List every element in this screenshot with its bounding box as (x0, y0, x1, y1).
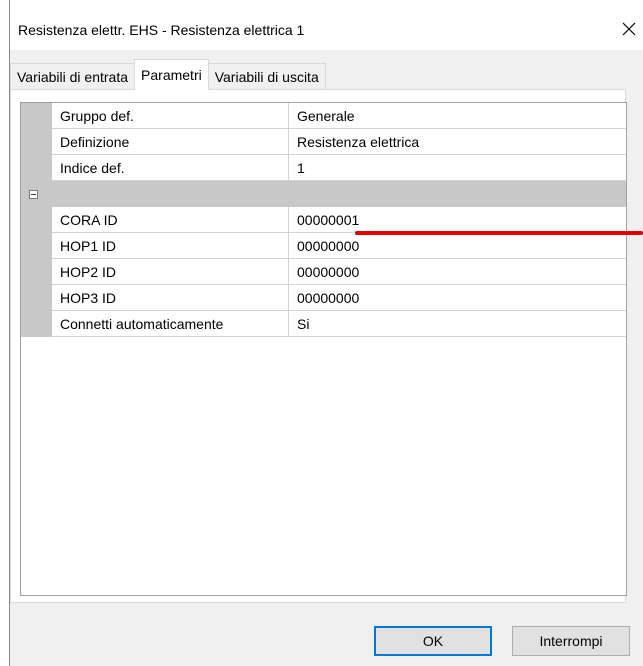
tab-strip: Variabili di entrata Parametri Variabili… (10, 59, 326, 90)
property-name: Gruppo def. (52, 103, 289, 129)
collapse-toggle-icon[interactable] (29, 190, 38, 199)
property-row-definizione[interactable]: Definizione Resistenza elettrica (21, 129, 626, 155)
property-name: Definizione (52, 129, 289, 155)
close-icon (622, 22, 636, 36)
tab-variabili-di-entrata[interactable]: Variabili di entrata (10, 63, 136, 90)
property-name: HOP3 ID (52, 285, 289, 311)
tab-parametri[interactable]: Parametri (134, 59, 209, 90)
property-row-hop1-id[interactable]: HOP1 ID 00000000 (21, 233, 626, 259)
row-gutter (21, 129, 52, 155)
property-row-gruppo-def[interactable]: Gruppo def. Generale (21, 103, 626, 129)
property-value[interactable]: 00000000 (289, 285, 626, 311)
property-row-connetti-automaticamente[interactable]: Connetti automaticamente Si (21, 311, 626, 337)
property-value[interactable]: Generale (289, 103, 626, 129)
property-row-hop3-id[interactable]: HOP3 ID 00000000 (21, 285, 626, 311)
property-value[interactable]: 00000001 (289, 207, 626, 233)
window-title: Resistenza elettr. EHS - Resistenza elet… (18, 22, 305, 38)
row-gutter (21, 259, 52, 285)
property-name: Connetti automaticamente (52, 311, 289, 337)
property-value[interactable]: 00000000 (289, 233, 626, 259)
row-gutter (21, 233, 52, 259)
interrompi-button[interactable]: Interrompi (512, 626, 630, 656)
row-gutter (21, 311, 52, 337)
row-gutter (21, 285, 52, 311)
row-gutter (21, 207, 52, 233)
close-button[interactable] (615, 13, 643, 45)
property-grid: Gruppo def. Generale Definizione Resiste… (20, 102, 627, 596)
property-name: Indice def. (52, 155, 289, 181)
category-row (21, 181, 626, 207)
property-value[interactable]: Resistenza elettrica (289, 129, 626, 155)
row-gutter (21, 155, 52, 181)
property-value[interactable]: 1 (289, 155, 626, 181)
property-row-hop2-id[interactable]: HOP2 ID 00000000 (21, 259, 626, 285)
property-name: HOP2 ID (52, 259, 289, 285)
ok-button[interactable]: OK (374, 626, 492, 656)
property-row-cora-id[interactable]: CORA ID 00000001 (21, 207, 626, 233)
property-name: HOP1 ID (52, 233, 289, 259)
property-name: CORA ID (52, 207, 289, 233)
property-row-indice-def[interactable]: Indice def. 1 (21, 155, 626, 181)
property-value[interactable]: 00000000 (289, 259, 626, 285)
annotation-red-line (355, 231, 643, 235)
property-value[interactable]: Si (289, 311, 626, 337)
row-gutter (21, 103, 52, 129)
tab-variabili-di-uscita[interactable]: Variabili di uscita (207, 63, 326, 90)
title-bar: Resistenza elettr. EHS - Resistenza elet… (10, 0, 643, 50)
